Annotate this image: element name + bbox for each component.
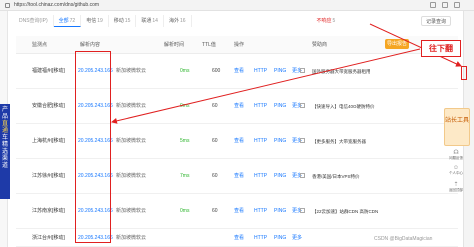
arrow-to-ip (111, 48, 421, 124)
scrollbar-highlight (461, 66, 467, 80)
watermark: CSDN @BigDataMagician (374, 236, 433, 242)
annotation-arrows (111, 23, 462, 124)
scroll-down-callout: 往下翻 (421, 40, 461, 57)
